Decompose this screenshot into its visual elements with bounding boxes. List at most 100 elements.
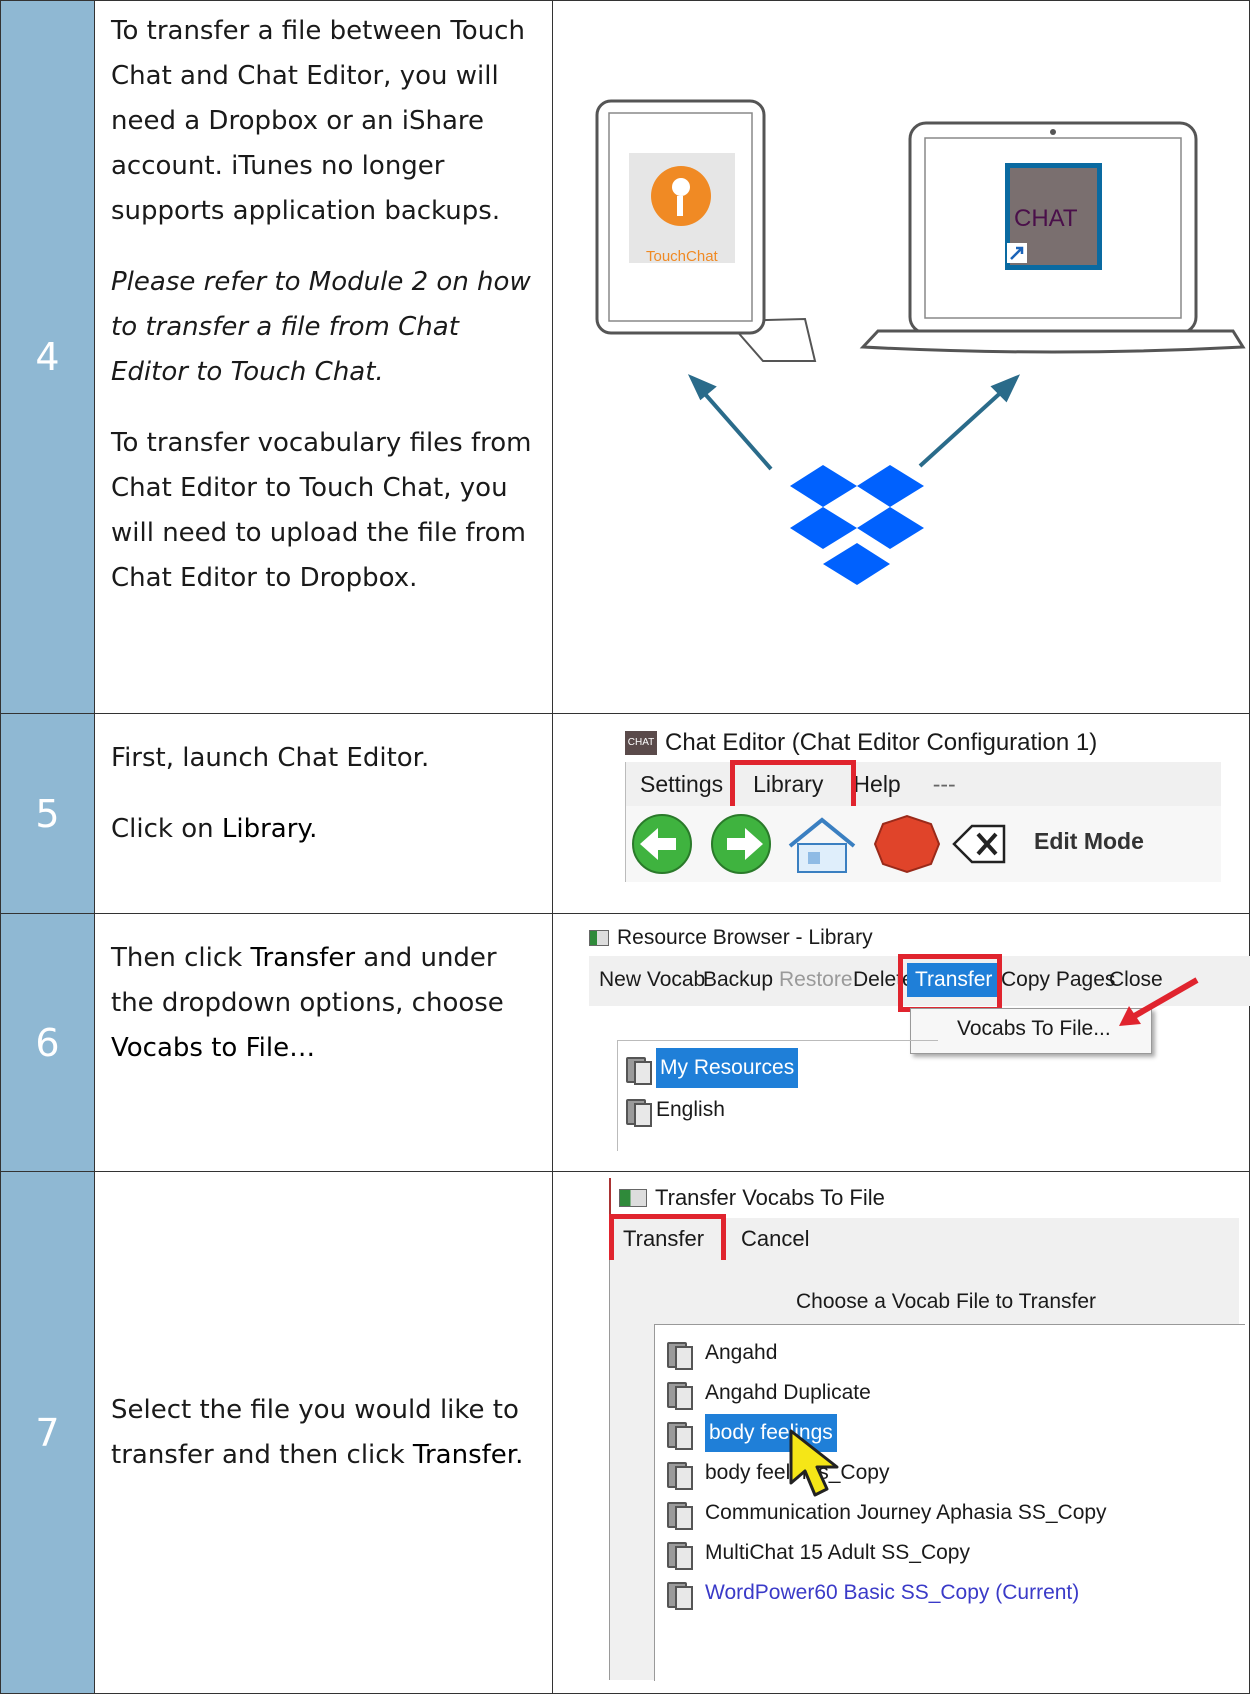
bold-text: Transfer. [412,1439,524,1470]
edit-mode-label[interactable]: Edit Mode [1034,828,1144,855]
window-icon [619,1189,647,1207]
arrow-icon [687,374,1021,471]
vocab-folder-icon [665,1378,693,1410]
bold-text: Transfer [250,943,356,973]
vocab-folder-icon [665,1418,693,1450]
home-icon [788,817,856,873]
paragraph: To transfer a file between Touch Chat an… [111,16,525,226]
vocab-folder-icon [624,1053,652,1085]
toolbar-icons [632,814,1006,874]
highlight-box [730,760,856,812]
resource-browser-screenshot: Resource Browser - Library New Vocab Bac… [552,913,1250,1172]
menu-help[interactable]: Help [853,771,900,798]
list-item-current[interactable]: WordPower60 Basic SS_Copy (Current) [665,1573,1079,1613]
red-arrow-icon [1119,977,1199,1026]
window-titlebar: CHAT Chat Editor (Chat Editor Configurat… [625,724,1221,762]
bold-text: Vocabs to File… [111,1033,316,1063]
mouse-cursor-icon [789,1429,839,1497]
file-label: MultiChat 15 Adult SS_Copy [705,1541,970,1564]
menu-new-vocab[interactable]: New Vocab [599,968,705,992]
touchchat-logo-text: TouchChat [646,248,719,265]
illustration: TouchChat CHAT [552,0,1250,714]
vocab-folder-icon [665,1338,693,1370]
tree-item-label: English [656,1098,725,1121]
dialog-body: Choose a Vocab File to Transfer Angahd A… [609,1260,1245,1681]
vocab-folder-icon [624,1095,652,1127]
vocab-folder-icon [665,1498,693,1530]
step-number: 6 [0,913,95,1172]
text: Then click [111,943,251,973]
vocab-folder-icon [665,1458,693,1490]
file-label: Communication Journey Aphasia SS_Copy [705,1501,1107,1524]
highlight-box [609,1214,726,1266]
menu-cancel[interactable]: Cancel [741,1226,809,1252]
dialog-heading: Choose a Vocab File to Transfer [796,1290,1096,1313]
window-titlebar: Resource Browser - Library [589,920,1250,956]
menu-settings[interactable]: Settings [640,771,723,798]
step-row-4: 4 To transfer a file between Touch Chat … [0,0,1250,714]
step-text: To transfer a file between Touch Chat an… [94,0,553,714]
paragraph: To transfer vocabulary files from Chat E… [111,428,532,593]
step-row-7: 7 Select the file you would like to tran… [0,1171,1250,1694]
text: Click on [111,814,222,844]
list-item[interactable]: body feelings_Copy [665,1453,889,1493]
step-row-5: 5 First, launch Chat Editor. Click on Li… [0,713,1250,914]
menu-separator: --- [932,770,956,797]
resource-browser-window: Resource Browser - Library New Vocab Bac… [589,920,1250,1158]
stop-icon [873,814,941,874]
dropdown-item-vocabs-to-file[interactable]: Vocabs To File... [957,1017,1111,1041]
menu-copy-pages[interactable]: Copy Pages [1001,968,1115,992]
vocab-file-list: Angahd Angahd Duplicate body feelings bo… [654,1324,1245,1681]
file-label: Angahd Duplicate [705,1381,871,1404]
toolbar: Edit Mode [625,806,1221,882]
paragraph: Select the file you would like to transf… [111,1388,534,1478]
list-item[interactable]: Angahd [665,1333,777,1373]
list-item[interactable]: MultiChat 15 Adult SS_Copy [665,1533,970,1573]
menu-backup[interactable]: Backup [703,968,773,992]
tablet-icon [595,99,817,362]
step-text: Then click Transfer and under the dropdo… [94,913,553,1172]
paragraph-italic: Please refer to Module 2 on how to trans… [111,267,531,387]
resource-tree: My Resources English [617,1040,938,1151]
step-number: 5 [0,713,95,914]
paragraph: Click on Library. [111,807,534,852]
delete-icon [952,824,1006,864]
chat-editor-screenshot: CHAT Chat Editor (Chat Editor Configurat… [552,713,1250,914]
window-title: Transfer Vocabs To File [655,1185,885,1210]
step-number: 4 [0,0,95,714]
tree-item-label: My Resources [656,1048,799,1088]
steps-table: 4 To transfer a file between Touch Chat … [0,0,1250,1694]
step-number: 7 [0,1171,95,1694]
list-item[interactable]: Angahd Duplicate [665,1373,871,1413]
forward-arrow-icon [711,814,771,874]
dropbox-icon [790,465,924,585]
vocab-folder-icon [665,1578,693,1610]
highlight-box [898,954,1002,1012]
step-row-6: 6 Then click Transfer and under the drop… [0,913,1250,1172]
window-title: Chat Editor (Chat Editor Configuration 1… [665,729,1098,756]
paragraph: Then click Transfer and under the dropdo… [111,936,534,1071]
bold-text: Library. [221,814,318,844]
menu-bar: Settings Library Help --- [625,762,1221,806]
back-arrow-icon [632,814,692,874]
file-label: Angahd [705,1341,778,1364]
laptop-icon [859,121,1246,354]
window-icon [589,930,609,946]
transfer-vocabs-screenshot: Transfer Vocabs To File Transfer Cancel … [552,1171,1250,1694]
transfer-vocabs-window: Transfer Vocabs To File Transfer Cancel … [609,1178,1245,1682]
vocab-folder-icon [665,1538,693,1570]
step-text: Select the file you would like to transf… [94,1171,553,1694]
menu-restore: Restore [779,968,853,991]
window-title: Resource Browser - Library [617,926,873,949]
chat-logo-text: CHAT [1014,205,1078,232]
step-text: First, launch Chat Editor. Click on Libr… [94,713,553,914]
window-titlebar: Transfer Vocabs To File [609,1178,1239,1218]
paragraph: First, launch Chat Editor. [111,743,430,773]
transfer-illustration: TouchChat CHAT [595,99,1246,585]
file-label: WordPower60 Basic SS_Copy (Current) [705,1581,1080,1604]
chat-app-icon: CHAT [625,731,657,755]
tree-item-english[interactable]: English [624,1089,938,1131]
chat-editor-window: CHAT Chat Editor (Chat Editor Configurat… [625,724,1221,904]
tree-item-my-resources[interactable]: My Resources [624,1047,938,1089]
list-item[interactable]: Communication Journey Aphasia SS_Copy [665,1493,1107,1533]
